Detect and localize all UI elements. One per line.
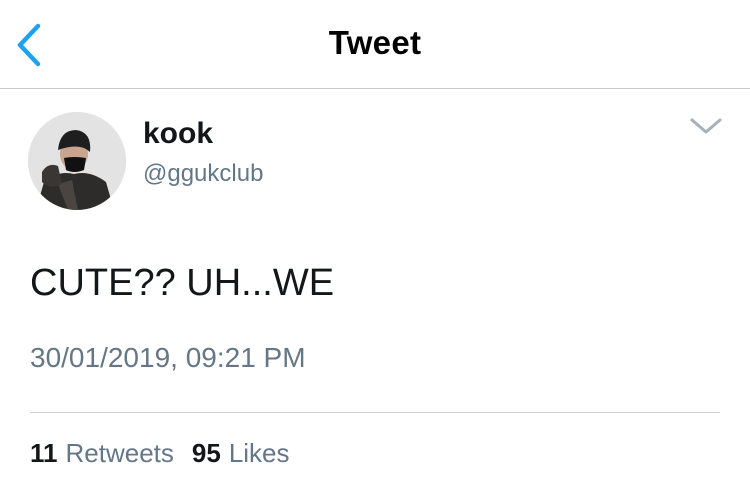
display-name[interactable]: kook bbox=[143, 117, 213, 151]
page-title: Tweet bbox=[328, 24, 422, 61]
retweets-stat[interactable]: 11 Retweets bbox=[30, 438, 174, 469]
chevron-down-icon[interactable] bbox=[686, 112, 726, 142]
likes-stat[interactable]: 95 Likes bbox=[192, 438, 290, 469]
avatar-photo bbox=[28, 112, 126, 210]
retweets-label: Retweets bbox=[65, 438, 174, 468]
retweets-count: 11 bbox=[30, 438, 58, 468]
avatar[interactable] bbox=[28, 112, 126, 210]
navigation-bar: Tweet bbox=[0, 0, 750, 89]
tweet-stats: 11 Retweets 95 Likes bbox=[30, 438, 300, 469]
likes-count: 95 bbox=[191, 438, 221, 468]
tweet-menu-button[interactable] bbox=[686, 112, 726, 142]
tweet-text: CUTE?? UH...WE bbox=[30, 262, 335, 304]
user-handle[interactable]: @ggukclub bbox=[143, 160, 263, 188]
tweet-timestamp: 30/01/2019, 09:21 PM bbox=[30, 342, 306, 373]
divider bbox=[30, 412, 720, 413]
likes-label: Likes bbox=[228, 438, 290, 468]
